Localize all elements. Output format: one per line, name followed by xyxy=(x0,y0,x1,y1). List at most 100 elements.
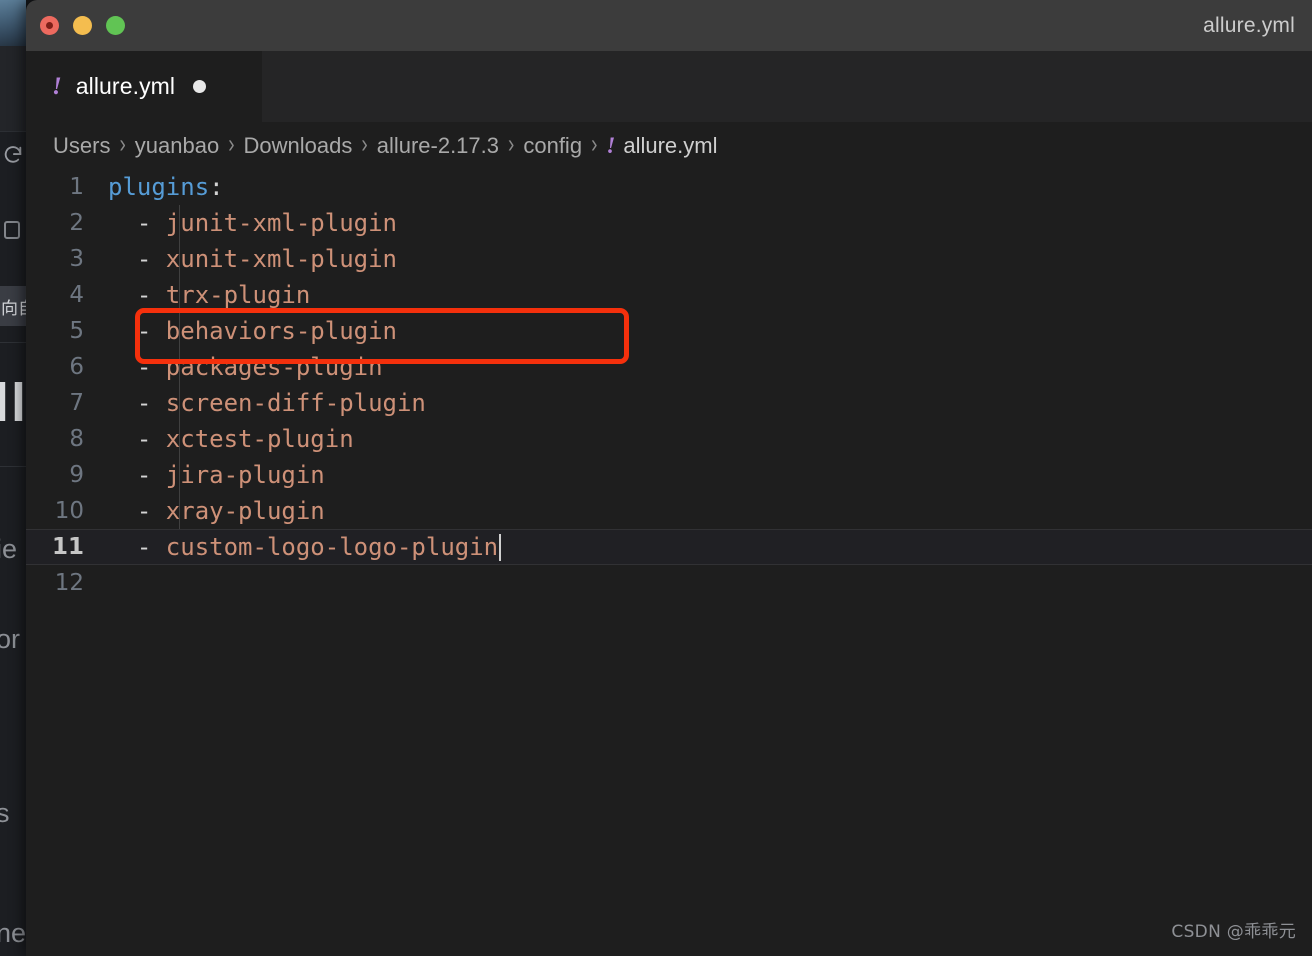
background-row-label: 向自 xyxy=(1,298,26,319)
yaml-list-dash: - xyxy=(108,281,166,309)
code-line[interactable]: 8 - xctest-plugin xyxy=(26,421,1312,457)
line-content[interactable]: - custom-logo-logo-plugin xyxy=(108,533,502,561)
editor-tab-bar: ! allure.yml xyxy=(26,51,1312,122)
yaml-key: plugins xyxy=(108,173,210,201)
breadcrumb-item-yuanbao[interactable]: yuanbao xyxy=(135,133,219,159)
yaml-colon: : xyxy=(209,173,224,201)
line-number: 9 xyxy=(69,462,84,488)
yaml-list-value: xunit-xml-plugin xyxy=(165,245,397,273)
tab-label: allure.yml xyxy=(75,73,176,99)
line-number: 5 xyxy=(69,318,84,344)
background-text-fragment-4: s xyxy=(0,798,10,828)
chevron-right-icon: › xyxy=(119,130,126,159)
tab-allure-yml[interactable]: ! allure.yml xyxy=(26,51,262,122)
breadcrumb-item-file[interactable]: allure.yml xyxy=(623,133,717,159)
code-line[interactable]: 10 - xray-plugin xyxy=(26,493,1312,529)
yaml-list-value: custom-logo-logo-plugin xyxy=(165,533,499,561)
line-content[interactable]: - xunit-xml-plugin xyxy=(108,245,397,273)
yaml-list-value: xctest-plugin xyxy=(165,425,354,453)
yaml-list-value: xray-plugin xyxy=(165,497,325,525)
background-text-fragment-5: ne xyxy=(0,918,26,948)
yaml-list-dash: - xyxy=(108,245,166,273)
window-title: allure.yml xyxy=(1203,13,1295,37)
yaml-list-dash: - xyxy=(108,317,166,345)
code-line[interactable]: 5 - behaviors-plugin xyxy=(26,313,1312,349)
line-number: 7 xyxy=(69,390,84,416)
watermark: CSDN @乖乖元 xyxy=(1171,922,1296,942)
code-line[interactable]: 1 plugins: xyxy=(26,169,1312,205)
code-line[interactable]: 12 xyxy=(26,565,1312,601)
background-divider-1 xyxy=(0,342,26,343)
background-toolbar-panel xyxy=(0,46,26,132)
yaml-list-value: trx-plugin xyxy=(165,281,311,309)
minimize-button[interactable] xyxy=(73,16,92,35)
breadcrumb: Users › yuanbao › Downloads › allure-2.1… xyxy=(26,122,1312,169)
background-application-window[interactable]: 向自 ll l ie or ; s ne xyxy=(0,46,26,956)
code-editor-window: allure.yml ! allure.yml Users › yuanbao … xyxy=(26,0,1312,956)
chevron-right-icon: › xyxy=(361,130,368,159)
rounded-square-icon[interactable] xyxy=(4,221,20,239)
breadcrumb-item-downloads[interactable]: Downloads xyxy=(244,133,353,159)
line-number: 10 xyxy=(54,498,84,524)
chevron-right-icon: › xyxy=(228,130,235,159)
background-text-fragment-2: or xyxy=(0,624,21,654)
code-line-active[interactable]: 11 - custom-logo-logo-plugin xyxy=(26,529,1312,565)
desktop-wallpaper xyxy=(0,0,26,46)
line-number: 6 xyxy=(69,354,84,380)
unsaved-changes-dot[interactable] xyxy=(193,80,207,93)
refresh-icon[interactable] xyxy=(2,144,24,166)
line-number: 11 xyxy=(51,534,84,560)
line-number: 12 xyxy=(54,570,84,596)
code-line[interactable]: 7 - screen-diff-plugin xyxy=(26,385,1312,421)
code-line[interactable]: 9 - jira-plugin xyxy=(26,457,1312,493)
line-content[interactable]: - junit-xml-plugin xyxy=(108,209,397,237)
yaml-list-value: packages-plugin xyxy=(165,353,383,381)
code-line[interactable]: 3 - xunit-xml-plugin xyxy=(26,241,1312,277)
line-content[interactable]: - trx-plugin xyxy=(108,281,310,309)
yaml-list-value: junit-xml-plugin xyxy=(165,209,397,237)
window-title-bar: allure.yml xyxy=(26,0,1312,51)
yaml-list-dash: - xyxy=(108,209,166,237)
line-content[interactable]: - xray-plugin xyxy=(108,497,325,525)
line-content[interactable]: - packages-plugin xyxy=(108,353,383,381)
breadcrumb-item-allure-2-17-3[interactable]: allure-2.17.3 xyxy=(377,133,499,159)
code-line[interactable]: 6 - packages-plugin xyxy=(26,349,1312,385)
chevron-right-icon: › xyxy=(508,130,515,159)
background-text-fragment-3: ; xyxy=(0,704,1,725)
yaml-list-dash: - xyxy=(108,461,166,489)
line-content[interactable]: - xctest-plugin xyxy=(108,425,354,453)
yaml-list-dash: - xyxy=(108,425,166,453)
line-number: 3 xyxy=(69,246,84,272)
zoom-button[interactable] xyxy=(106,16,125,35)
yaml-list-dash: - xyxy=(108,497,166,525)
line-number: 1 xyxy=(69,174,84,200)
line-number: 8 xyxy=(69,426,84,452)
line-number: 4 xyxy=(69,282,84,308)
code-line[interactable]: 4 - trx-plugin xyxy=(26,277,1312,313)
yaml-list-dash: - xyxy=(108,389,166,417)
background-text-fragment-1: ie xyxy=(0,534,18,564)
line-number: 2 xyxy=(69,210,84,236)
code-line[interactable]: 2 - junit-xml-plugin xyxy=(26,205,1312,241)
chevron-right-icon: › xyxy=(591,130,598,159)
yaml-list-value: behaviors-plugin xyxy=(165,317,397,345)
yaml-list-dash: - xyxy=(108,533,166,561)
yaml-file-icon: ! xyxy=(52,73,62,100)
line-content[interactable]: plugins: xyxy=(108,173,224,201)
code-editor-content[interactable]: 1 plugins: 2 - junit-xml-plugin 3 - xuni… xyxy=(26,169,1312,956)
breadcrumb-item-users[interactable]: Users xyxy=(53,133,110,159)
line-content[interactable]: - screen-diff-plugin xyxy=(108,389,426,417)
yaml-list-value: screen-diff-plugin xyxy=(165,389,426,417)
line-content[interactable]: - jira-plugin xyxy=(108,461,325,489)
window-controls xyxy=(40,16,125,35)
breadcrumb-item-config[interactable]: config xyxy=(523,133,582,159)
background-heading-text: ll l xyxy=(0,373,26,433)
close-button[interactable] xyxy=(40,16,59,35)
background-divider-2 xyxy=(0,466,26,467)
yaml-list-dash: - xyxy=(108,353,166,381)
yaml-file-icon: ! xyxy=(606,132,616,158)
line-content[interactable]: - behaviors-plugin xyxy=(108,317,397,345)
yaml-list-value: jira-plugin xyxy=(165,461,325,489)
text-cursor xyxy=(499,534,502,561)
background-selected-row[interactable]: 向自 xyxy=(0,286,26,326)
